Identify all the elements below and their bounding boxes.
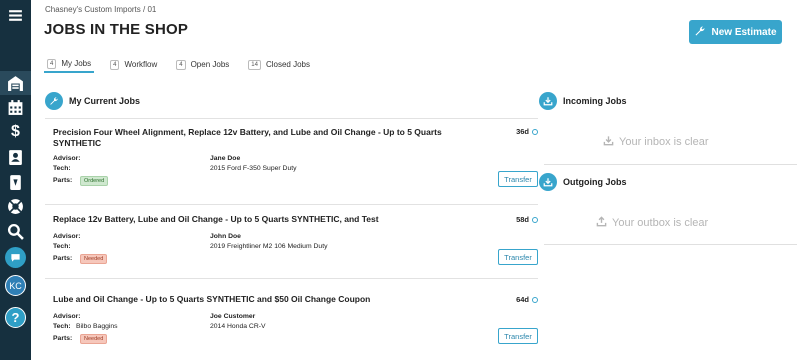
- my-jobs-heading: My Current Jobs: [45, 92, 140, 110]
- advisor-label: Advisor:: [53, 233, 81, 240]
- wrench-icon: [45, 92, 63, 110]
- avatar[interactable]: KC: [5, 275, 26, 296]
- sidebar: $ KC ?: [0, 0, 31, 360]
- clock-icon: [532, 128, 538, 135]
- dollar-icon[interactable]: $: [0, 120, 31, 144]
- transfer-button[interactable]: Transfer: [498, 328, 538, 344]
- customer-name[interactable]: Joe Customer: [210, 313, 255, 320]
- outgoing-jobs-heading: Outgoing Jobs: [539, 173, 627, 191]
- main-content: Chasney's Custom Imports / 01 JOBS IN TH…: [31, 0, 800, 360]
- calendar-icon[interactable]: [0, 95, 31, 119]
- parts-status-badge: Ordered: [80, 176, 109, 186]
- job-age: 36d: [516, 127, 538, 136]
- days-value: 36d: [516, 127, 529, 136]
- section-title: Incoming Jobs: [563, 96, 627, 106]
- customer-name[interactable]: Jane Doe: [210, 155, 240, 162]
- parts-status-badge: Needed: [80, 334, 108, 344]
- support-icon[interactable]: [0, 194, 31, 218]
- transfer-button[interactable]: Transfer: [498, 171, 538, 187]
- garage-icon[interactable]: [0, 71, 31, 95]
- outbox-icon: [539, 173, 557, 191]
- inbox-empty-message: Your inbox is clear: [603, 135, 708, 149]
- tech-label: Tech:: [53, 323, 71, 330]
- contacts-icon[interactable]: [0, 145, 31, 169]
- help-icon[interactable]: ?: [5, 307, 26, 328]
- job-card[interactable]: Replace 12v Battery, Lube and Oil Change…: [45, 204, 538, 274]
- days-value: 58d: [516, 215, 529, 224]
- tab-label: My Jobs: [61, 59, 92, 68]
- wrench-icon: [694, 25, 706, 40]
- new-estimate-label: New Estimate: [711, 26, 777, 38]
- divider: [544, 164, 797, 165]
- job-card[interactable]: Lube and Oil Change - Up to 5 Quarts SYN…: [45, 278, 538, 358]
- tech-label: Tech:: [53, 165, 71, 172]
- page-title: JOBS IN THE SHOP: [44, 21, 189, 38]
- chat-icon[interactable]: [5, 247, 26, 268]
- job-title[interactable]: Precision Four Wheel Alignment, Replace …: [53, 127, 463, 149]
- section-title: Outgoing Jobs: [563, 177, 627, 187]
- job-title[interactable]: Replace 12v Battery, Lube and Oil Change…: [53, 214, 463, 225]
- download-icon: [603, 135, 614, 149]
- inbox-icon: [539, 92, 557, 110]
- menu-icon[interactable]: [0, 3, 31, 27]
- breadcrumb[interactable]: Chasney's Custom Imports / 01: [45, 5, 156, 14]
- tab-bar: 4 My Jobs 4 Workflow 4 Open Jobs 14 Clos…: [44, 56, 326, 76]
- tab-label: Workflow: [124, 60, 158, 69]
- tech-label: Tech:: [53, 243, 71, 250]
- tab-workflow[interactable]: 4 Workflow: [107, 56, 160, 73]
- section-title: My Current Jobs: [69, 96, 141, 106]
- outbox-empty-message: Your outbox is clear: [596, 216, 708, 230]
- tech-value: Bilbo Baggins: [76, 323, 118, 330]
- tab-count: 4: [176, 59, 186, 70]
- job-title[interactable]: Lube and Oil Change - Up to 5 Quarts SYN…: [53, 294, 463, 305]
- tab-closed-jobs[interactable]: 14 Closed Jobs: [245, 56, 313, 73]
- advisor-label: Advisor:: [53, 155, 81, 162]
- vehicle-name[interactable]: 2015 Ford F-350 Super Duty: [210, 165, 297, 172]
- empty-text: Your outbox is clear: [612, 217, 709, 229]
- divider: [544, 244, 797, 245]
- parts-label: Parts:: [53, 255, 73, 262]
- search-icon[interactable]: [0, 219, 31, 243]
- vehicle-name[interactable]: 2019 Freightliner M2 106 Medium Duty: [210, 243, 328, 250]
- tab-my-jobs[interactable]: 4 My Jobs: [44, 56, 95, 73]
- tab-count: 4: [110, 59, 120, 70]
- days-value: 64d: [516, 295, 529, 304]
- clock-icon: [532, 296, 538, 303]
- tab-label: Closed Jobs: [265, 60, 310, 69]
- inventory-icon[interactable]: [0, 170, 31, 194]
- advisor-label: Advisor:: [53, 313, 81, 320]
- incoming-jobs-heading: Incoming Jobs: [539, 92, 627, 110]
- tab-open-jobs[interactable]: 4 Open Jobs: [173, 56, 232, 73]
- parts-label: Parts:: [53, 335, 73, 342]
- parts-status-badge: Needed: [80, 254, 108, 264]
- tab-count: 14: [248, 59, 261, 70]
- new-estimate-button[interactable]: New Estimate: [689, 20, 782, 44]
- job-card[interactable]: Precision Four Wheel Alignment, Replace …: [45, 118, 538, 198]
- parts-label: Parts:: [53, 177, 73, 184]
- tab-count: 4: [47, 58, 57, 69]
- customer-name[interactable]: John Doe: [210, 233, 241, 240]
- clock-icon: [532, 216, 538, 223]
- transfer-button[interactable]: Transfer: [498, 249, 538, 265]
- empty-text: Your inbox is clear: [619, 136, 709, 148]
- tab-label: Open Jobs: [190, 60, 230, 69]
- job-age: 58d: [516, 215, 538, 224]
- vehicle-name[interactable]: 2014 Honda CR-V: [210, 323, 266, 330]
- upload-icon: [596, 216, 607, 230]
- job-age: 64d: [516, 295, 538, 304]
